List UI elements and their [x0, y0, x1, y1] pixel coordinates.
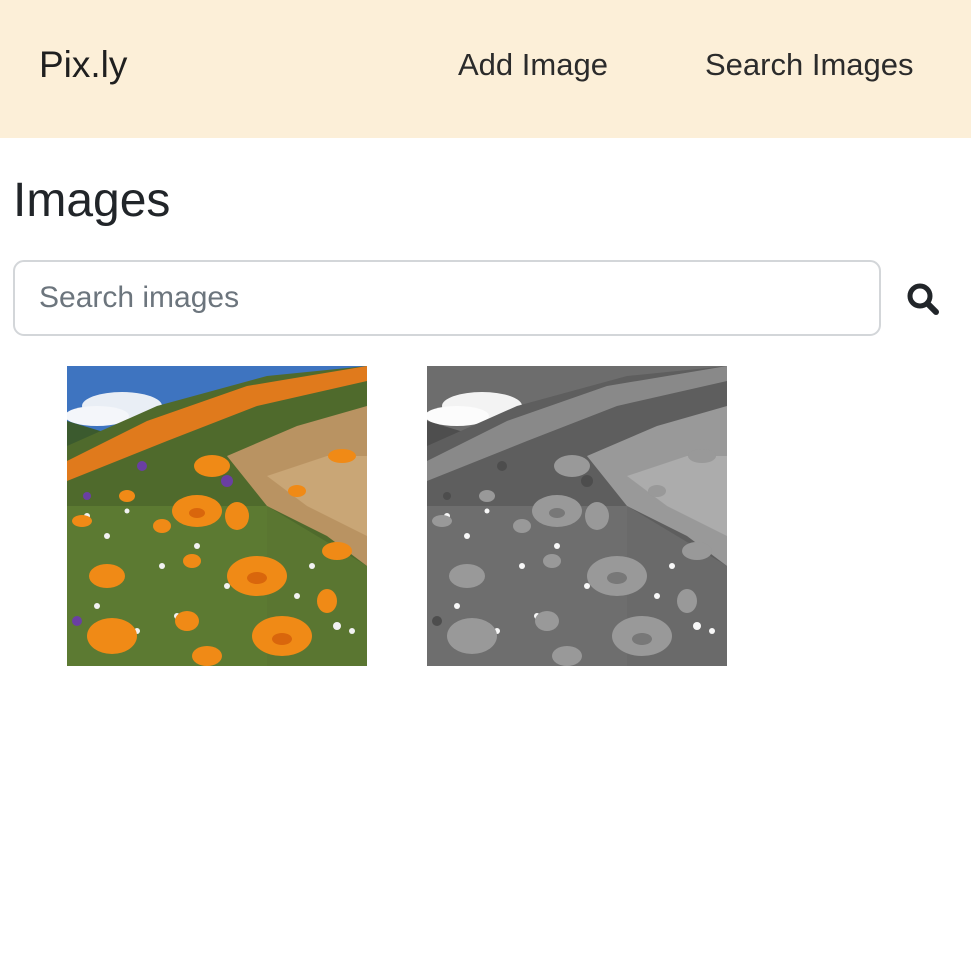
search-icon	[907, 283, 939, 315]
gallery-image-poppies-grayscale[interactable]	[427, 366, 727, 666]
poppy-field-photo-grayscale	[427, 366, 727, 666]
poppy-field-photo	[67, 366, 367, 666]
search-input[interactable]	[13, 260, 881, 336]
gallery-image-poppies-color[interactable]	[67, 366, 367, 666]
brand-logo-link[interactable]: Pix.ly	[39, 42, 127, 88]
search-button[interactable]	[900, 276, 946, 322]
page-title: Images	[13, 174, 171, 227]
nav-add-image-link[interactable]: Add Image	[458, 45, 608, 85]
top-navbar: Pix.ly Add Image Search Images	[0, 0, 971, 138]
nav-search-images-link[interactable]: Search Images	[705, 45, 914, 85]
